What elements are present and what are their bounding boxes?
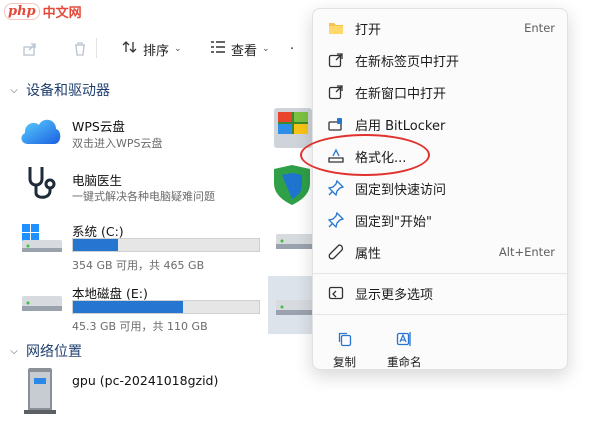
sort-icon	[122, 40, 138, 58]
drive-usage-bar	[72, 300, 260, 314]
toolbar-divider	[96, 38, 97, 58]
view-button[interactable]: 查看 ⌄	[210, 40, 270, 59]
chevron-down-icon: ⌄	[262, 44, 270, 54]
watermark-logo: php	[4, 3, 40, 20]
drive-icon	[276, 294, 316, 324]
menu-item-open[interactable]: 打开 Enter	[317, 13, 565, 43]
drive-usage-bar	[72, 238, 260, 252]
device-description: 一键式解决各种电脑疑难问题	[72, 190, 215, 203]
quick-action-label: 复制	[333, 355, 356, 369]
menu-item-label: 属性	[355, 246, 382, 262]
quick-action-copy[interactable]: 复制	[333, 331, 356, 370]
folder-icon	[328, 20, 344, 36]
menu-item-show-more-options[interactable]: 显示更多选项	[317, 278, 565, 308]
chevron-down-icon: ⌄	[174, 44, 182, 54]
menu-item-bitlocker[interactable]: 启用 BitLocker	[317, 109, 565, 139]
chevron-down-icon: ⌵	[10, 345, 18, 357]
section-network-header[interactable]: ⌵ 网络位置	[8, 341, 82, 361]
drive-usage-fill	[73, 239, 118, 251]
watermark: php 中文网	[4, 2, 82, 21]
new-tab-icon	[328, 52, 344, 68]
menu-item-shortcut: Alt+Enter	[498, 245, 555, 259]
sort-button[interactable]: 排序 ⌄	[122, 40, 182, 59]
drive-capacity: 354 GB 可用，共 465 GB	[72, 259, 205, 272]
menu-item-label: 在新标签页中打开	[355, 54, 460, 70]
network-drive-icon	[24, 364, 60, 420]
file-explorer-window: php 中文网 排序 ⌄ 查看 ⌄ · ⌵ 设备和驱动器 WPS云盘 双击进入W…	[0, 0, 600, 422]
drive-icon	[20, 284, 64, 324]
menu-divider	[313, 273, 567, 274]
drive-icon[interactable]	[276, 228, 316, 258]
device-name: 电脑医生	[72, 173, 123, 188]
watermark-text: 中文网	[42, 6, 82, 21]
menu-item-open-new-tab[interactable]: 在新标签页中打开	[317, 45, 565, 75]
windows-drive-icon[interactable]	[274, 106, 314, 154]
view-label: 查看	[231, 43, 258, 59]
menu-item-pin-start[interactable]: 固定到"开始"	[317, 205, 565, 235]
section-title: 设备和驱动器	[26, 83, 110, 99]
sort-label: 排序	[143, 43, 170, 59]
more-options-icon	[328, 285, 344, 301]
menu-item-label: 格式化...	[355, 150, 407, 166]
menu-item-label: 在新窗口中打开	[355, 86, 447, 102]
menu-divider	[313, 314, 567, 315]
delete-icon[interactable]	[72, 41, 88, 57]
selected-drive-tile[interactable]	[268, 276, 316, 334]
wrench-icon	[328, 244, 344, 260]
pin-icon	[328, 180, 344, 196]
menu-item-label: 显示更多选项	[355, 287, 434, 303]
new-window-icon	[328, 84, 344, 100]
quick-action-label: 重命名	[387, 355, 422, 369]
quick-action-rename[interactable]: 重命名	[387, 331, 422, 370]
menu-item-label: 固定到"开始"	[355, 214, 432, 230]
context-menu: 打开 Enter 在新标签页中打开 在新窗口中打开 启用 BitLocker 格…	[312, 8, 568, 370]
copy-icon	[337, 331, 353, 350]
drive-capacity: 45.3 GB 可用，共 110 GB	[72, 320, 208, 333]
cloud-icon	[18, 110, 62, 154]
share-icon[interactable]	[22, 41, 38, 57]
menu-item-open-new-window[interactable]: 在新窗口中打开	[317, 77, 565, 107]
menu-item-format[interactable]: 格式化...	[317, 141, 565, 171]
device-description: 双击进入WPS云盘	[72, 137, 163, 150]
chevron-down-icon: ⌵	[10, 84, 18, 96]
stethoscope-icon	[22, 163, 62, 207]
more-button[interactable]: ·	[290, 40, 294, 58]
menu-item-pin-quick-access[interactable]: 固定到快速访问	[317, 173, 565, 203]
menu-item-properties[interactable]: 属性 Alt+Enter	[317, 237, 565, 267]
bitlocker-icon	[328, 116, 344, 132]
section-devices-header[interactable]: ⌵ 设备和驱动器	[8, 80, 110, 100]
drive-usage-fill	[73, 301, 183, 313]
drive-icon	[20, 220, 64, 260]
pin-start-icon	[328, 212, 344, 228]
menu-item-label: 固定到快速访问	[355, 182, 447, 198]
section-title: 网络位置	[26, 344, 82, 360]
menu-item-label: 打开	[355, 22, 382, 38]
device-name: WPS云盘	[72, 119, 125, 134]
shield-icon[interactable]	[272, 165, 312, 209]
format-icon	[328, 148, 344, 164]
view-icon	[210, 40, 226, 58]
menu-item-shortcut: Enter	[524, 21, 555, 35]
more-label: ·	[290, 41, 295, 57]
network-name: gpu (pc-20241018gzid)	[72, 373, 219, 388]
rename-icon	[396, 331, 412, 350]
menu-item-label: 启用 BitLocker	[355, 118, 446, 134]
